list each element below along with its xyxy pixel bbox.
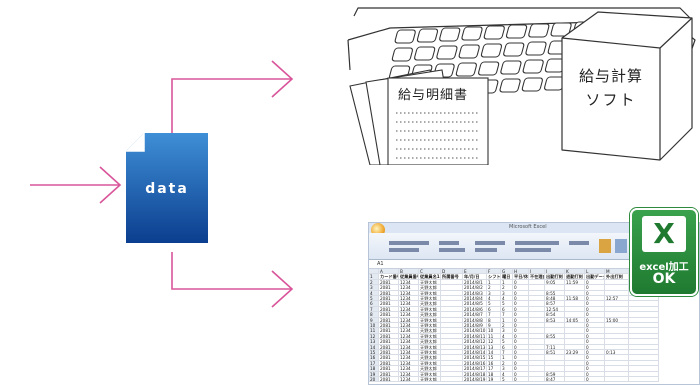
software-box-label-line2: ソフト (585, 91, 637, 109)
data-cell: 天野太郎 (419, 377, 441, 383)
row-number: 20 (369, 377, 379, 383)
data-document-icon: data (126, 133, 208, 243)
payslip-title: 給与明細書 (398, 88, 469, 103)
software-box-label: 給与計算 ソフト (565, 64, 657, 112)
data-cell: 2081 (379, 377, 399, 383)
window-title: Microsoft Excel (509, 224, 547, 230)
data-cell: 0 (585, 377, 605, 383)
arrow-to-payroll (171, 60, 294, 133)
incoming-arrow (30, 166, 122, 204)
data-cell: 1234 (399, 377, 419, 383)
data-cell: 2014/8/19 (463, 377, 487, 383)
excel-ok-badge: X excel加工 OK (630, 208, 698, 296)
data-cell: 0 (513, 377, 529, 383)
excel-logo: X (642, 216, 686, 252)
excel-logo-letter: X (653, 217, 675, 250)
data-cell (529, 377, 545, 383)
name-box[interactable]: A1 (377, 261, 384, 267)
data-cell: 19 (487, 377, 501, 383)
data-cell: 8:47 (545, 377, 565, 383)
document-label: data (145, 181, 189, 197)
data-cell (605, 377, 629, 383)
data-cell (441, 377, 463, 383)
software-box-label-line1: 給与計算 (578, 67, 643, 85)
excel-badge-status: OK (652, 271, 676, 287)
arrow-to-spreadsheet (171, 252, 294, 308)
data-cell (565, 377, 585, 383)
data-cell (629, 377, 659, 383)
data-cell: 5 (501, 377, 513, 383)
